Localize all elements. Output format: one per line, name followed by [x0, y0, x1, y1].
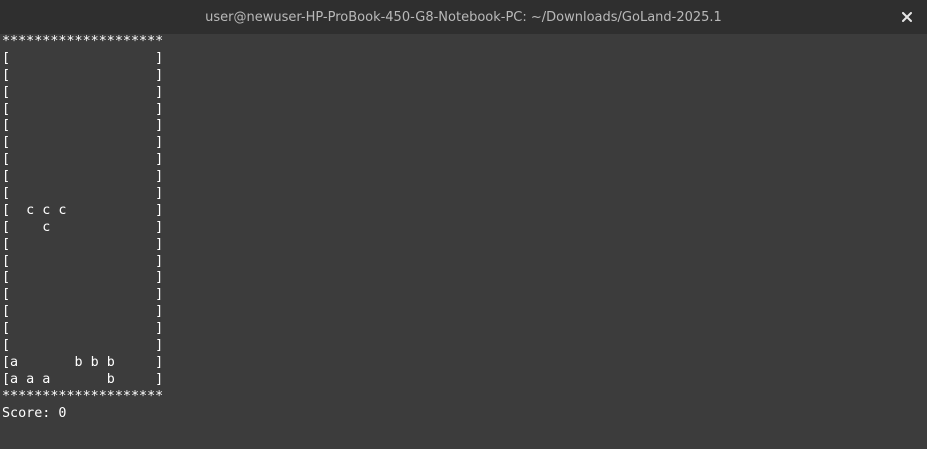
board-row: [ c c c ]: [2, 202, 164, 218]
board-border-line: ********************: [2, 34, 164, 49]
board-row: [ ]: [2, 236, 164, 252]
board-row: [ ]: [2, 152, 164, 168]
board-row: [ ]: [2, 253, 164, 269]
board-row: [ ]: [2, 50, 164, 66]
board-row: [ ]: [2, 186, 164, 202]
board-row: [ c ]: [2, 219, 164, 235]
board-border-line: ********************: [2, 388, 164, 404]
board-row: [ ]: [2, 304, 164, 320]
close-icon: [902, 12, 912, 22]
board-row: [a a a b ]: [2, 371, 164, 387]
board-row: [ ]: [2, 169, 164, 185]
score-line: Score: 0: [2, 405, 67, 421]
board-row: [ ]: [2, 84, 164, 100]
board-row: [ ]: [2, 338, 164, 354]
board-row: [ ]: [2, 287, 164, 303]
title-bar[interactable]: user@newuser-HP-ProBook-450-G8-Notebook-…: [0, 0, 927, 34]
board-row: [ ]: [2, 67, 164, 83]
board-row: [ ]: [2, 321, 164, 337]
board-row: [a b b b ]: [2, 354, 164, 370]
board-row: [ ]: [2, 270, 164, 286]
terminal-output[interactable]: ********************[ ][ ][ ][ ][ ][ ][ …: [0, 34, 927, 449]
close-button[interactable]: [897, 7, 917, 27]
terminal-window: user@newuser-HP-ProBook-450-G8-Notebook-…: [0, 0, 927, 449]
window-title: user@newuser-HP-ProBook-450-G8-Notebook-…: [205, 9, 722, 25]
board-row: [ ]: [2, 101, 164, 117]
board-row: [ ]: [2, 118, 164, 134]
board-row: [ ]: [2, 135, 164, 151]
terminal-text: ********************[ ][ ][ ][ ][ ][ ][ …: [0, 34, 927, 422]
